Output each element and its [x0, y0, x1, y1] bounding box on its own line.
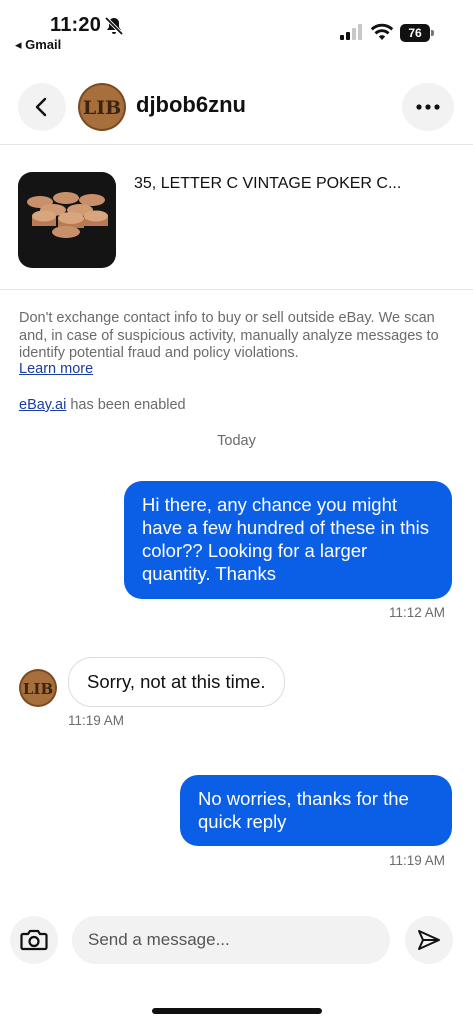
- day-separator: Today: [217, 433, 256, 449]
- item-divider: [0, 289, 473, 290]
- ebay-ai-status: has been enabled: [66, 397, 186, 413]
- header-divider: [0, 144, 473, 145]
- wifi-icon: [370, 23, 394, 40]
- seller-username[interactable]: djbob6znu: [136, 92, 246, 118]
- send-button[interactable]: [405, 916, 453, 964]
- back-button[interactable]: [18, 83, 66, 131]
- message-timestamp: 11:12 AM: [389, 605, 446, 620]
- avatar-text-small: LIB: [23, 680, 53, 698]
- cellular-signal-icon: [340, 24, 362, 40]
- back-arrow-icon: [35, 97, 47, 117]
- avatar-text: LIB: [83, 97, 121, 119]
- message-bubble-outgoing: No worries, thanks for the quick reply: [180, 775, 452, 846]
- back-to-gmail-link[interactable]: ◂ Gmail: [15, 37, 61, 53]
- message-timestamp: 11:19 AM: [389, 853, 446, 868]
- ebay-ai-link[interactable]: eBay.ai: [19, 397, 66, 413]
- ebay-ai-notice: eBay.ai has been enabled: [19, 397, 186, 413]
- battery-level: 76: [400, 24, 430, 42]
- message-input[interactable]: [72, 916, 390, 964]
- battery-icon: 76: [400, 24, 434, 42]
- seller-avatar-small[interactable]: LIB: [19, 669, 57, 707]
- item-title[interactable]: 35, LETTER C VINTAGE POKER C...: [134, 175, 401, 193]
- learn-more-link[interactable]: Learn more: [19, 361, 93, 377]
- camera-icon: [20, 929, 48, 951]
- more-dots-icon: [416, 104, 440, 110]
- bell-off-icon: [104, 16, 124, 36]
- home-indicator[interactable]: [152, 1008, 322, 1014]
- more-options-button[interactable]: [402, 83, 454, 131]
- status-time: 11:20: [50, 14, 102, 36]
- message-timestamp: 11:19 AM: [68, 713, 125, 728]
- message-bubble-incoming: Sorry, not at this time.: [68, 657, 285, 707]
- message-screen: 11:20 ◂ Gmail 76 LIB djbob6znu 35, LETTE…: [0, 0, 473, 1024]
- seller-avatar[interactable]: LIB: [78, 83, 126, 131]
- message-bubble-outgoing: Hi there, any chance you might have a fe…: [124, 481, 452, 599]
- item-thumbnail[interactable]: [18, 172, 116, 268]
- camera-button[interactable]: [10, 916, 58, 964]
- safety-notice: Don't exchange contact info to buy or se…: [19, 310, 439, 361]
- send-icon: [418, 930, 440, 950]
